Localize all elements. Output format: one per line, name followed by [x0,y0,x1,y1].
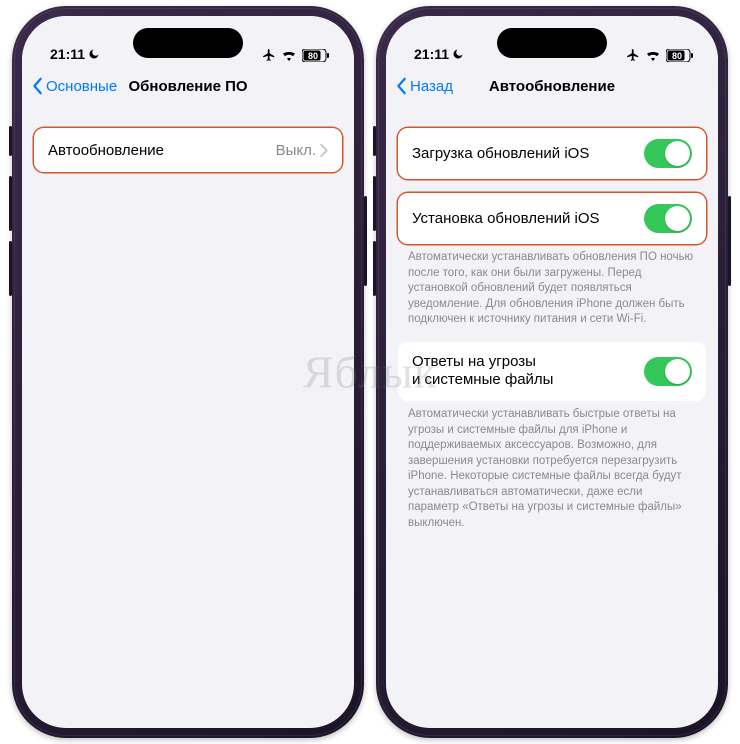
screen-left: 21:11 80 Основные Обновление ПО Автообно… [22,16,354,728]
nav-bar: Назад Автообновление [386,66,718,106]
toggle-install-ios[interactable] [644,204,692,233]
moon-icon [452,48,464,60]
wifi-icon [281,49,297,61]
row-download-ios-updates[interactable]: Загрузка обновлений iOS [398,128,706,179]
row-label: Ответы на угрозы и системные файлы [412,353,553,391]
toggle-download-ios[interactable] [644,139,692,168]
airplane-icon [262,48,276,62]
footer-note-install: Автоматически устанавливать обновления П… [386,244,718,328]
back-label: Основные [46,78,117,95]
battery-icon: 80 [666,49,694,62]
phone-left: 21:11 80 Основные Обновление ПО Автообно… [12,6,364,738]
svg-text:80: 80 [672,51,682,61]
back-button[interactable]: Назад [396,77,453,95]
row-auto-update[interactable]: Автообновление Выкл. [34,128,342,172]
status-time: 21:11 [50,46,85,62]
chevron-right-icon [320,144,328,157]
footer-note-security: Автоматически устанавливать быстрые отве… [386,401,718,531]
nav-bar: Основные Обновление ПО [22,66,354,106]
row-label: Автообновление [48,142,164,159]
back-button[interactable]: Основные [32,77,117,95]
row-value: Выкл. [276,142,316,159]
dynamic-island [497,28,607,58]
battery-icon: 80 [302,49,330,62]
phone-right: 21:11 80 Назад Автообновление Загрузка о… [376,6,728,738]
svg-text:80: 80 [308,51,318,61]
chevron-left-icon [32,77,44,95]
status-time: 21:11 [414,46,449,62]
row-security-responses[interactable]: Ответы на угрозы и системные файлы [398,342,706,402]
chevron-left-icon [396,77,408,95]
wifi-icon [645,49,661,61]
row-label: Загрузка обновлений iOS [412,145,589,162]
screen-right: 21:11 80 Назад Автообновление Загрузка о… [386,16,718,728]
back-label: Назад [410,78,453,95]
moon-icon [88,48,100,60]
row-label: Установка обновлений iOS [412,210,600,227]
toggle-security-responses[interactable] [644,357,692,386]
dynamic-island [133,28,243,58]
row-install-ios-updates[interactable]: Установка обновлений iOS [398,193,706,244]
airplane-icon [626,48,640,62]
